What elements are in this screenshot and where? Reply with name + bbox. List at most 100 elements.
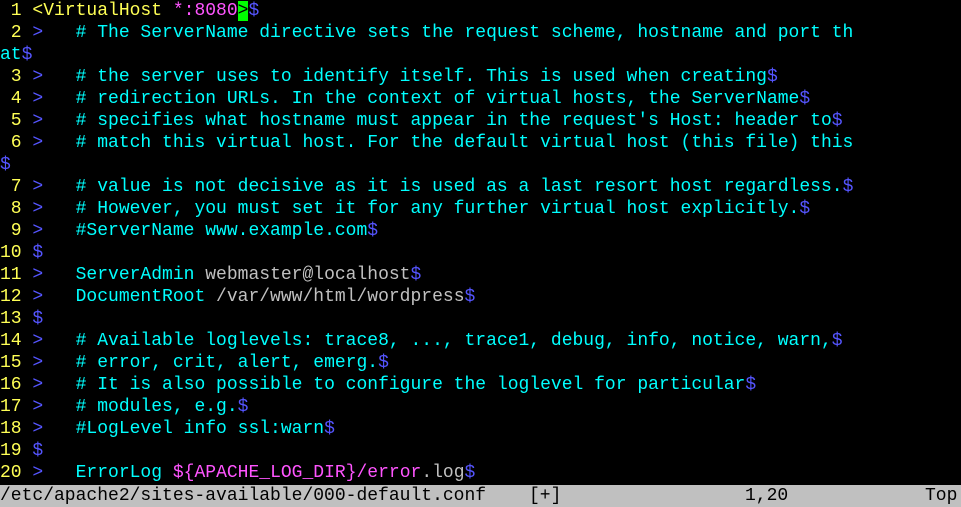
editor-line-15[interactable]: 15 > # error, crit, alert, emerg.$ bbox=[0, 352, 389, 374]
comment-text: at bbox=[0, 45, 22, 65]
comment-text: # Available loglevels: trace8, ..., trac… bbox=[75, 331, 832, 351]
eol-marker: $ bbox=[745, 375, 757, 395]
virtualhost-tag: <VirtualHost bbox=[32, 1, 163, 21]
tab-marker: > bbox=[32, 287, 44, 307]
editor-line-6[interactable]: 6 > # match this virtual host. For the d… bbox=[0, 132, 854, 154]
log-path: /error bbox=[356, 463, 422, 483]
comment-text: # However, you must set it for any furth… bbox=[75, 199, 800, 219]
directive-name: ErrorLog bbox=[75, 463, 163, 483]
editor-line-3[interactable]: 3 > # the server uses to identify itself… bbox=[0, 66, 778, 88]
editor-line-20[interactable]: 20 > ErrorLog ${APACHE_LOG_DIR}/error.lo… bbox=[0, 462, 475, 484]
tab-marker: > bbox=[32, 265, 44, 285]
eol-marker: $ bbox=[248, 1, 260, 21]
line-number: 3 bbox=[0, 67, 33, 87]
tab-marker: > bbox=[32, 331, 44, 351]
eol-marker: $ bbox=[410, 265, 422, 285]
status-filename: /etc/apache2/sites-available/000-default… bbox=[0, 486, 487, 506]
comment-text: # match this virtual host. For the defau… bbox=[75, 133, 854, 153]
line-number: 8 bbox=[0, 199, 33, 219]
eol-marker: $ bbox=[0, 155, 11, 175]
eol-marker: $ bbox=[464, 287, 476, 307]
eol-marker: $ bbox=[21, 45, 33, 65]
editor-line-6-wrap[interactable]: $ bbox=[0, 154, 11, 176]
line-number: 5 bbox=[0, 111, 33, 131]
tab-marker: > bbox=[32, 67, 44, 87]
editor-line-4[interactable]: 4 > # redirection URLs. In the context o… bbox=[0, 88, 810, 110]
line-number: 15 bbox=[0, 353, 33, 373]
eol-marker: $ bbox=[367, 221, 379, 241]
status-scroll-position: Top bbox=[925, 486, 958, 506]
editor-line-2-wrap[interactable]: at$ bbox=[0, 44, 32, 66]
directive-value: webmaster@localhost bbox=[194, 265, 411, 285]
line-number: 17 bbox=[0, 397, 33, 417]
tab-marker: > bbox=[32, 353, 44, 373]
directive-name: DocumentRoot bbox=[75, 287, 206, 307]
editor-line-17[interactable]: 17 > # modules, e.g.$ bbox=[0, 396, 248, 418]
directive-value: /var/www/html/wordpress bbox=[205, 287, 465, 307]
terminal-window[interactable]: 1 <VirtualHost *:8080>$ 2 > # The Server… bbox=[0, 0, 961, 507]
editor-line-12[interactable]: 12 > DocumentRoot /var/www/html/wordpres… bbox=[0, 286, 475, 308]
tab-marker: > bbox=[32, 419, 44, 439]
editor-line-16[interactable]: 16 > # It is also possible to configure … bbox=[0, 374, 756, 396]
line-number: 13 bbox=[0, 309, 33, 329]
line-number: 18 bbox=[0, 419, 33, 439]
line-number: 4 bbox=[0, 89, 33, 109]
line-number: 12 bbox=[0, 287, 33, 307]
comment-text: # the server uses to identify itself. Th… bbox=[75, 67, 767, 87]
eol-marker: $ bbox=[831, 111, 843, 131]
virtualhost-address: *:8080 bbox=[172, 1, 238, 21]
line-number: 1 bbox=[0, 1, 33, 21]
line-number: 9 bbox=[0, 221, 33, 241]
eol-marker: $ bbox=[32, 243, 44, 263]
editor-line-9[interactable]: 9 > #ServerName www.example.com$ bbox=[0, 220, 378, 242]
editor-line-13[interactable]: 13 $ bbox=[0, 308, 43, 330]
status-cursor-position: 1,20 bbox=[745, 486, 789, 506]
status-modified-flag: [+] bbox=[529, 486, 562, 506]
comment-text: #LogLevel info ssl:warn bbox=[75, 419, 325, 439]
eol-marker: $ bbox=[378, 353, 389, 373]
line-number: 20 bbox=[0, 463, 33, 483]
editor-line-18[interactable]: 18 > #LogLevel info ssl:warn$ bbox=[0, 418, 335, 440]
comment-text: # specifies what hostname must appear in… bbox=[75, 111, 832, 131]
editor-line-1[interactable]: 1 <VirtualHost *:8080>$ bbox=[0, 0, 259, 22]
editor-line-11[interactable]: 11 > ServerAdmin webmaster@localhost$ bbox=[0, 264, 421, 286]
editor-line-10[interactable]: 10 $ bbox=[0, 242, 43, 264]
comment-text: # error, crit, alert, emerg. bbox=[75, 353, 379, 373]
eol-marker: $ bbox=[799, 89, 811, 109]
comment-text: # The ServerName directive sets the requ… bbox=[75, 23, 854, 43]
tab-marker: > bbox=[32, 463, 44, 483]
eol-marker: $ bbox=[831, 331, 843, 351]
eol-marker: $ bbox=[766, 67, 778, 87]
eol-marker: $ bbox=[799, 199, 811, 219]
text-cursor: > bbox=[237, 1, 249, 21]
eol-marker: $ bbox=[842, 177, 854, 197]
comment-text: # It is also possible to configure the l… bbox=[75, 375, 746, 395]
eol-marker: $ bbox=[32, 441, 44, 461]
tab-marker: > bbox=[32, 89, 44, 109]
line-number: 14 bbox=[0, 331, 33, 351]
directive-name: ServerAdmin bbox=[75, 265, 195, 285]
status-bar: /etc/apache2/sites-available/000-default… bbox=[0, 485, 961, 507]
eol-marker: $ bbox=[464, 463, 476, 483]
tab-marker: > bbox=[32, 111, 44, 131]
tab-marker: > bbox=[32, 133, 44, 153]
editor-line-14[interactable]: 14 > # Available loglevels: trace8, ...,… bbox=[0, 330, 843, 352]
line-number: 10 bbox=[0, 243, 33, 263]
tab-marker: > bbox=[32, 23, 44, 43]
editor-line-7[interactable]: 7 > # value is not decisive as it is use… bbox=[0, 176, 854, 198]
eol-marker: $ bbox=[237, 397, 249, 417]
line-number: 7 bbox=[0, 177, 33, 197]
tab-marker: > bbox=[32, 177, 44, 197]
line-number: 11 bbox=[0, 265, 33, 285]
tab-marker: > bbox=[32, 397, 44, 417]
comment-text: # value is not decisive as it is used as… bbox=[75, 177, 843, 197]
comment-text: #ServerName www.example.com bbox=[75, 221, 368, 241]
editor-line-8[interactable]: 8 > # However, you must set it for any f… bbox=[0, 198, 810, 220]
line-number: 16 bbox=[0, 375, 33, 395]
editor-line-2[interactable]: 2 > # The ServerName directive sets the … bbox=[0, 22, 854, 44]
log-extension: .log bbox=[421, 463, 465, 483]
editor-line-5[interactable]: 5 > # specifies what hostname must appea… bbox=[0, 110, 843, 132]
editor-line-19[interactable]: 19 $ bbox=[0, 440, 43, 462]
eol-marker: $ bbox=[32, 309, 44, 329]
tab-marker: > bbox=[32, 375, 44, 395]
